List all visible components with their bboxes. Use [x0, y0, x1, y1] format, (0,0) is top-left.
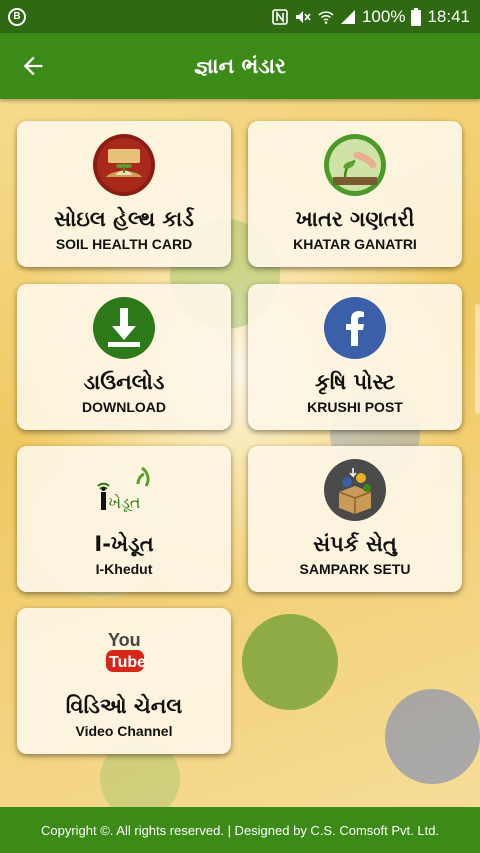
facebook-icon	[323, 296, 387, 360]
card-title-gu: ખાતર ગણતરી	[295, 207, 415, 231]
card-krushi-post[interactable]: કૃષિ પોસ્ટ KRUSHI POST	[248, 284, 462, 430]
svg-text:You: You	[108, 630, 141, 650]
app-bar: જ્ઞાન ભંડાર	[0, 33, 480, 99]
card-title-gu: I-ખેડૂત	[94, 532, 154, 556]
battery-icon	[411, 7, 422, 26]
youtube-icon: You Tube	[92, 620, 156, 684]
footer: Copyright ©. All rights reserved. | Desi…	[0, 807, 480, 853]
nfc-icon	[272, 8, 288, 25]
svg-text:ખેડૂત: ખેડૂત	[108, 493, 141, 513]
card-soil-health[interactable]: સોઇલ હેલ્થ કાર્ડ SOIL HEALTH CARD	[17, 121, 231, 267]
battery-percent: 100%	[361, 6, 406, 26]
card-title-en: SOIL HEALTH CARD	[55, 236, 193, 252]
card-title-en: KRUSHI POST	[307, 399, 403, 415]
status-bar: B 100% 18:41	[0, 0, 480, 33]
card-title-en: Video Channel	[75, 723, 173, 739]
card-title-gu: સંપર્ક સેતુ	[313, 532, 397, 556]
card-download[interactable]: ડાઉનલોડ DOWNLOAD	[17, 284, 231, 430]
soil-health-card-icon	[92, 133, 156, 197]
back-button[interactable]	[0, 33, 66, 99]
card-title-gu: સોઇલ હેલ્થ કાર્ડ	[54, 207, 194, 231]
signal-icon	[340, 9, 356, 25]
svg-text:Tube: Tube	[109, 654, 146, 671]
page-title: જ્ઞાન ભંડાર	[194, 53, 286, 78]
i-khedut-logo-icon: ખેડૂત	[92, 458, 156, 522]
download-icon	[92, 296, 156, 360]
wifi-icon	[318, 9, 334, 25]
card-title-en: KHATAR GANATRI	[293, 236, 417, 252]
card-sampark-setu[interactable]: સંપર્ક સેતુ SAMPARK SETU	[248, 446, 462, 592]
card-title-en: DOWNLOAD	[82, 399, 166, 415]
card-title-gu: કૃષિ પોસ્ટ	[314, 370, 396, 394]
clock: 18:41	[427, 6, 470, 26]
back-arrow-icon	[23, 56, 43, 76]
card-title-en: SAMPARK SETU	[299, 561, 411, 577]
card-i-khedut[interactable]: ખેડૂત I-ખેડૂત I-Khedut	[17, 446, 231, 592]
card-title-gu: ડાઉનલોડ	[83, 370, 165, 394]
card-title-gu: વિડિઓ ચેનલ	[65, 694, 183, 718]
fertilizer-calculation-icon	[323, 133, 387, 197]
footer-text: Copyright ©. All rights reserved. | Desi…	[40, 822, 440, 838]
card-khatar-ganatri[interactable]: ખાતર ગણતરી KHATAR GANATRI	[248, 121, 462, 267]
sampark-setu-box-icon	[323, 458, 387, 522]
card-video-channel[interactable]: You Tube વિડિઓ ચેનલ Video Channel	[17, 608, 231, 754]
mute-icon	[294, 9, 312, 25]
b-notification-icon: B	[8, 7, 26, 26]
card-title-en: I-Khedut	[95, 561, 153, 577]
